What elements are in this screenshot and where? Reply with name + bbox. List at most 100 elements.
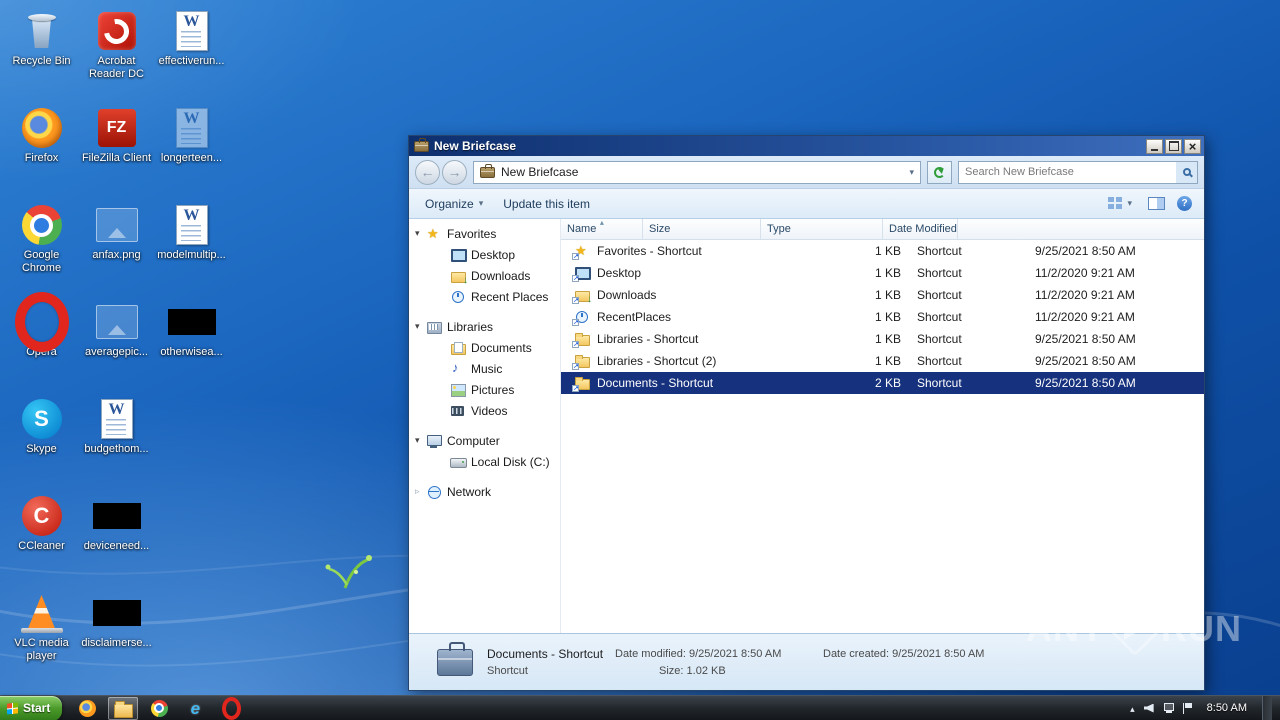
change-view-button[interactable]: [1104, 194, 1136, 213]
desktop-icon-label: Acrobat Reader DC: [88, 55, 145, 80]
nav-item[interactable]: Favorites: [409, 223, 560, 244]
file-type: Shortcut: [917, 288, 962, 302]
desktop-icon[interactable]: effectiverun...: [154, 4, 229, 101]
desktop-icon-label: modelmultip...: [157, 249, 226, 261]
window-title: New Briefcase: [434, 139, 517, 153]
file-size: 1 KB: [874, 310, 901, 324]
column-header-label: Date Modified: [889, 223, 957, 235]
nav-item[interactable]: Pictures: [409, 379, 560, 400]
desktop-icon[interactable]: budgethom...: [79, 392, 154, 489]
taskbar-app-button[interactable]: [108, 696, 139, 720]
desktop-icon[interactable]: Firefox: [4, 101, 79, 198]
address-bar[interactable]: New Briefcase: [473, 160, 921, 184]
desktop-icon[interactable]: modelmultip...: [154, 198, 229, 295]
desktop-icon[interactable]: Opera: [4, 292, 79, 392]
file-row[interactable]: Downloads 1 KB Shortcut 11/2/2020 9:21 A…: [561, 284, 1204, 306]
start-button[interactable]: Start: [0, 695, 63, 720]
nav-item[interactable]: Computer: [409, 430, 560, 451]
update-item-button[interactable]: Update this item: [495, 194, 598, 214]
network-icon[interactable]: [1163, 703, 1174, 713]
nav-item[interactable]: Music: [409, 358, 560, 379]
action-center-icon[interactable]: [1182, 702, 1192, 714]
file-row[interactable]: Desktop 1 KB Shortcut 11/2/2020 9:21 AM: [561, 262, 1204, 284]
desktop-icon-label: FileZilla Client: [81, 152, 152, 164]
nav-item-label: Recent Places: [471, 289, 549, 304]
desktop-icon[interactable]: disclaimerse...: [79, 586, 154, 683]
column-header[interactable]: Date Modified: [883, 219, 958, 239]
back-button[interactable]: [415, 159, 440, 185]
desktop-icon-image: [93, 9, 141, 53]
desktop-icon-label: deviceneed...: [83, 540, 150, 552]
forward-button[interactable]: [442, 159, 467, 185]
expander-icon[interactable]: [415, 228, 426, 239]
file-row[interactable]: RecentPlaces 1 KB Shortcut 11/2/2020 9:2…: [561, 306, 1204, 328]
desktop-icon-label: longerteen...: [160, 152, 223, 164]
search-input[interactable]: [959, 161, 1176, 183]
command-toolbar: Organize Update this item: [409, 189, 1204, 219]
desktop-icon[interactable]: longerteen...: [154, 101, 229, 198]
desktop-icon[interactable]: FileZilla Client: [79, 101, 154, 198]
close-button[interactable]: [1184, 138, 1201, 154]
expander-icon[interactable]: [415, 321, 426, 332]
taskbar-app-button[interactable]: [180, 697, 210, 720]
desktop-icon[interactable]: Recycle Bin: [4, 4, 79, 101]
desktop-icon[interactable]: CCleaner: [4, 489, 79, 586]
file-row[interactable]: Libraries - Shortcut 1 KB Shortcut 9/25/…: [561, 328, 1204, 350]
help-icon[interactable]: [1177, 196, 1192, 211]
desktop-icon[interactable]: anfax.png: [79, 198, 154, 295]
shortcut-overlay-icon: [572, 297, 579, 304]
desktop-icon[interactable]: VLC media player: [4, 586, 79, 683]
nav-item[interactable]: Downloads: [409, 265, 560, 286]
clock[interactable]: 8:50 AM: [1201, 702, 1253, 714]
titlebar[interactable]: New Briefcase: [409, 136, 1204, 156]
nav-item-label: Videos: [471, 403, 508, 418]
file-type: Shortcut: [917, 332, 962, 346]
nav-item[interactable]: Libraries: [409, 316, 560, 337]
breadcrumb[interactable]: New Briefcase: [501, 165, 578, 179]
column-header[interactable]: Name: [561, 218, 643, 239]
address-dropdown-icon[interactable]: [909, 168, 914, 177]
expander-icon[interactable]: [415, 435, 426, 446]
volume-icon[interactable]: [1143, 703, 1154, 713]
nav-item-icon: [450, 290, 466, 304]
taskbar-app-button[interactable]: [72, 697, 102, 720]
expander-icon[interactable]: [415, 486, 426, 497]
taskbar-app-button[interactable]: [216, 696, 246, 720]
desktop-icon-image: [168, 203, 216, 247]
search-button[interactable]: [1176, 161, 1197, 183]
maximize-button[interactable]: [1165, 138, 1182, 154]
show-hidden-icons-button[interactable]: [1130, 701, 1135, 715]
nav-item[interactable]: Documents: [409, 337, 560, 358]
file-row[interactable]: Favorites - Shortcut 1 KB Shortcut 9/25/…: [561, 240, 1204, 262]
nav-item[interactable]: Desktop: [409, 244, 560, 265]
file-date-modified: 11/2/2020 9:21 AM: [1035, 266, 1135, 280]
organize-label: Organize: [425, 196, 474, 211]
desktop-icon[interactable]: otherwisea...: [154, 295, 229, 392]
taskbar-app-button[interactable]: [144, 697, 174, 720]
minimize-button[interactable]: [1146, 138, 1163, 154]
desktop-icon-image: [18, 591, 66, 635]
preview-pane-icon[interactable]: [1148, 197, 1165, 210]
organize-button[interactable]: Organize: [417, 194, 491, 214]
desktop-icon-image: [18, 203, 66, 247]
desktop-icon[interactable]: deviceneed...: [79, 489, 154, 586]
nav-item[interactable]: Local Disk (C:): [409, 451, 560, 472]
row-filler: [1151, 306, 1204, 328]
desktop-icon[interactable]: Skype: [4, 392, 79, 489]
nav-item[interactable]: Recent Places: [409, 286, 560, 307]
desktop-icon[interactable]: averagepic...: [79, 295, 154, 392]
refresh-button[interactable]: [927, 160, 952, 184]
column-header[interactable]: Type: [761, 219, 883, 239]
file-size: 1 KB: [874, 288, 901, 302]
desktop-icon-image: [167, 300, 216, 344]
column-header[interactable]: [958, 219, 1204, 239]
file-row[interactable]: Documents - Shortcut 2 KB Shortcut 9/25/…: [561, 372, 1204, 394]
file-row[interactable]: Libraries - Shortcut (2) 1 KB Shortcut 9…: [561, 350, 1204, 372]
desktop-icon[interactable]: Acrobat Reader DC: [79, 4, 154, 101]
show-desktop-button[interactable]: [1262, 696, 1272, 720]
nav-item[interactable]: Videos: [409, 400, 560, 421]
nav-item[interactable]: Network: [409, 481, 560, 502]
desktop-icon-grid: Recycle Bin Firefox Google Chrome Opera …: [4, 4, 229, 683]
desktop-icon[interactable]: Google Chrome: [4, 198, 79, 295]
column-header[interactable]: Size: [643, 219, 761, 239]
